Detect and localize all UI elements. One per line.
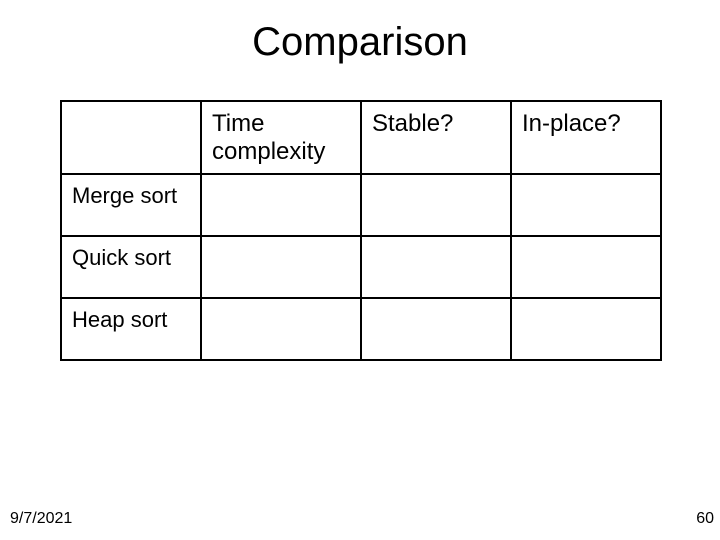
comparison-table-container: Time complexity Stable? In-place? Merge … bbox=[60, 100, 660, 361]
cell bbox=[361, 298, 511, 360]
header-time-complexity: Time complexity bbox=[201, 101, 361, 174]
cell bbox=[201, 236, 361, 298]
table-row: Quick sort bbox=[61, 236, 661, 298]
row-label-heap-sort: Heap sort bbox=[61, 298, 201, 360]
cell bbox=[201, 174, 361, 236]
slide: Comparison Time complexity Stable? In-pl… bbox=[0, 0, 720, 540]
cell bbox=[511, 298, 661, 360]
table-row: Merge sort bbox=[61, 174, 661, 236]
comparison-table: Time complexity Stable? In-place? Merge … bbox=[60, 100, 662, 361]
table-header-row: Time complexity Stable? In-place? bbox=[61, 101, 661, 174]
cell bbox=[511, 236, 661, 298]
cell bbox=[511, 174, 661, 236]
footer-page-number: 60 bbox=[696, 510, 714, 528]
page-title: Comparison bbox=[0, 20, 720, 65]
header-stable: Stable? bbox=[361, 101, 511, 174]
header-in-place: In-place? bbox=[511, 101, 661, 174]
cell bbox=[361, 174, 511, 236]
footer-date: 9/7/2021 bbox=[10, 510, 72, 528]
header-blank bbox=[61, 101, 201, 174]
row-label-merge-sort: Merge sort bbox=[61, 174, 201, 236]
table-row: Heap sort bbox=[61, 298, 661, 360]
cell bbox=[361, 236, 511, 298]
cell bbox=[201, 298, 361, 360]
row-label-quick-sort: Quick sort bbox=[61, 236, 201, 298]
